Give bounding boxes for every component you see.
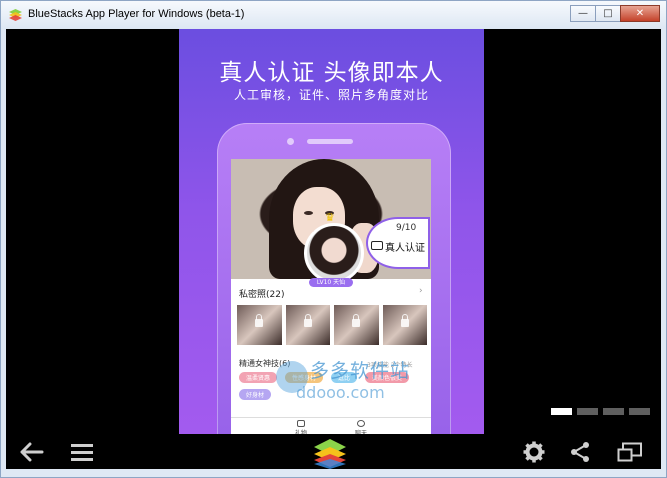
skill-tag: 好身材	[239, 389, 272, 400]
face-eye-left	[304, 211, 313, 215]
promo-subline: 人工审核，证件、照片多角度对比	[233, 88, 429, 102]
bluestacks-logo[interactable]	[312, 437, 348, 469]
album-thumbnail	[237, 305, 282, 345]
bluestacks-app-icon	[9, 9, 22, 21]
avatar	[304, 223, 364, 283]
share-icon	[571, 441, 589, 462]
title-bar[interactable]: BlueStacks App Player for Windows (beta-…	[1, 1, 666, 29]
page-dot[interactable]	[551, 408, 572, 415]
tab-chat: 聊天	[351, 420, 371, 434]
lock-icon	[255, 314, 263, 327]
back-button[interactable]	[14, 434, 50, 469]
phone-camera	[287, 138, 294, 145]
bluestacks-toolbar	[6, 434, 661, 469]
lock-icon	[352, 314, 360, 327]
page-dot[interactable]	[603, 408, 624, 415]
watermark-text: 多多软件站	[310, 360, 411, 382]
album-title: 私密照(22)	[239, 290, 285, 300]
minimize-button[interactable]: —	[570, 5, 596, 22]
window-title: BlueStacks App Player for Windows (beta-…	[28, 8, 245, 20]
window-mode-button[interactable]	[612, 434, 648, 469]
page-dot[interactable]	[577, 408, 598, 415]
close-button[interactable]: ✕	[620, 5, 660, 22]
gear-icon	[523, 441, 545, 462]
crown-icon: ♛	[325, 211, 335, 224]
skill-tag: 温柔贤惠	[239, 372, 278, 383]
maximize-button[interactable]: □	[595, 5, 621, 22]
menu-icon	[71, 443, 93, 461]
album-thumbnail	[285, 305, 330, 345]
album-thumbnails	[237, 305, 427, 347]
window-controls: — □ ✕	[570, 5, 660, 22]
back-arrow-icon	[20, 442, 44, 461]
lock-icon	[303, 314, 312, 327]
album-thumbnail	[334, 305, 379, 345]
phone-speaker	[307, 139, 353, 144]
level-badge: LV10 天仙	[309, 278, 353, 287]
app-tab-bar: 礼物 聊天	[231, 417, 431, 434]
window-toggle-icon	[617, 442, 642, 461]
chat-icon	[357, 420, 365, 427]
verify-count: 9/10	[396, 223, 417, 233]
menu-button[interactable]	[64, 434, 100, 469]
album-thumbnail	[382, 305, 427, 345]
chevron-right-icon: ›	[419, 286, 423, 296]
settings-button[interactable]	[516, 434, 552, 469]
page-indicator	[551, 408, 650, 415]
verify-badge: 9/10 真人认证	[366, 217, 430, 269]
app-window: BlueStacks App Player for Windows (beta-…	[0, 0, 667, 478]
lock-icon	[400, 314, 409, 327]
tab-gift: 礼物	[291, 420, 311, 434]
page-dot[interactable]	[629, 408, 650, 415]
gift-icon	[297, 420, 305, 427]
emulator-screen[interactable]: 真人认证 头像即本人 人工审核，证件、照片多角度对比 ♛ LV10 天仙 9/1…	[6, 29, 661, 434]
share-button[interactable]	[562, 434, 598, 469]
watermark-url: ddooo.com	[296, 383, 385, 402]
promo-headline: 真人认证 头像即本人	[219, 60, 444, 86]
verify-label: 真人认证	[385, 243, 425, 254]
id-card-icon	[371, 241, 383, 250]
